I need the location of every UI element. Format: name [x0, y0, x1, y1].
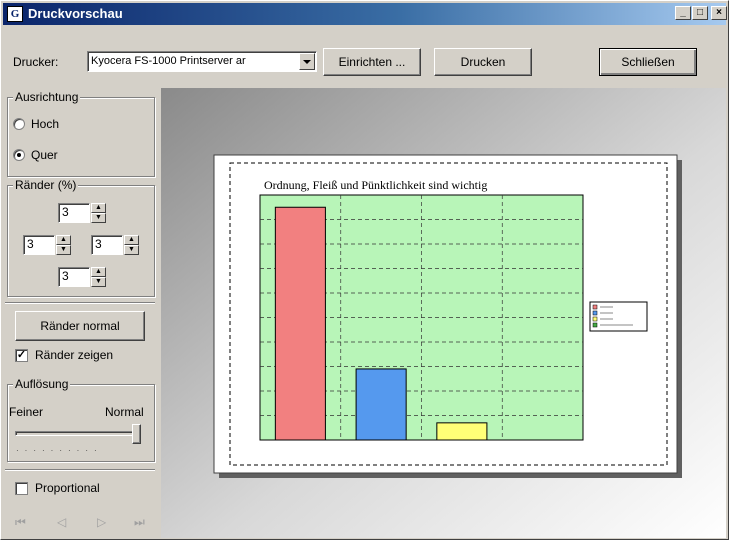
printer-label: Drucker:: [13, 55, 59, 69]
prev-page-icon[interactable]: ◁: [57, 515, 66, 529]
spin-down-icon[interactable]: ▼: [124, 245, 139, 255]
proportional-checkbox[interactable]: [15, 482, 28, 495]
separator: [5, 302, 155, 304]
window-title: Druckvorschau: [28, 6, 123, 21]
resolution-slider-track[interactable]: [15, 431, 141, 436]
normal-margins-button[interactable]: Ränder normal: [15, 311, 145, 341]
legend-swatch: [592, 304, 598, 310]
app-icon: G: [7, 6, 23, 22]
resolution-slider-thumb[interactable]: [132, 424, 141, 444]
bar: [355, 368, 407, 441]
title-bar[interactable]: G Druckvorschau _ □ ×: [3, 3, 727, 25]
margin-left-spinner[interactable]: ▲ ▼: [56, 235, 71, 255]
close-button[interactable]: Schließen: [599, 48, 697, 76]
margin-bottom-spinner[interactable]: ▲ ▼: [91, 267, 106, 287]
close-window-button[interactable]: ×: [711, 6, 727, 20]
radio-selected-dot: [17, 153, 21, 157]
spin-up-icon[interactable]: ▲: [91, 267, 106, 277]
preview-area[interactable]: Ordnung, Fleiß und Pünktlichkeit sind wi…: [161, 88, 726, 538]
printer-select[interactable]: Kyocera FS-1000 Printserver ar: [87, 51, 317, 72]
preview-canvas: Ordnung, Fleiß und Pünktlichkeit sind wi…: [161, 88, 726, 538]
print-button[interactable]: Drucken: [434, 48, 532, 76]
legend: [589, 301, 648, 332]
margins-title: Ränder (%): [13, 178, 79, 192]
maximize-button[interactable]: □: [692, 6, 708, 20]
separator: [5, 469, 155, 471]
finer-label: Feiner: [9, 405, 44, 419]
print-preview-window: G Druckvorschau _ □ × Drucker: Kyocera F…: [0, 0, 729, 540]
slider-ticks: ··········: [16, 446, 103, 455]
first-page-icon[interactable]: ⏮: [15, 515, 26, 530]
legend-swatch: [592, 310, 598, 316]
margin-left-input[interactable]: 3: [23, 235, 55, 255]
spin-down-icon[interactable]: ▼: [91, 277, 106, 287]
normal-label: Normal: [105, 405, 144, 419]
orientation-title: Ausrichtung: [13, 90, 81, 104]
chevron-down-icon[interactable]: [299, 53, 315, 70]
minimize-button[interactable]: _: [675, 6, 691, 20]
orientation-group: [7, 97, 155, 177]
margin-right-input[interactable]: 3: [91, 235, 123, 255]
legend-box: [589, 301, 648, 332]
checkmark-icon: ✓: [16, 349, 27, 361]
legend-swatch: [592, 322, 598, 328]
landscape-radio[interactable]: [13, 149, 25, 161]
spin-up-icon[interactable]: ▲: [56, 235, 71, 245]
spin-down-icon[interactable]: ▼: [56, 245, 71, 255]
next-page-icon[interactable]: ▷: [97, 515, 106, 529]
spin-up-icon[interactable]: ▲: [91, 203, 106, 213]
margin-top-input[interactable]: 3: [58, 203, 90, 223]
spin-up-icon[interactable]: ▲: [124, 235, 139, 245]
bar: [436, 422, 488, 441]
setup-button[interactable]: Einrichten ...: [323, 48, 421, 76]
show-margins-label[interactable]: Ränder zeigen: [35, 348, 113, 362]
margin-right-spinner[interactable]: ▲ ▼: [124, 235, 139, 255]
legend-swatch: [592, 316, 598, 322]
printer-select-value: Kyocera FS-1000 Printserver ar: [91, 55, 246, 67]
show-margins-checkbox[interactable]: ✓: [15, 349, 28, 362]
landscape-label[interactable]: Quer: [31, 148, 58, 162]
proportional-label[interactable]: Proportional: [35, 481, 100, 495]
chart-title: Ordnung, Fleiß und Pünktlichkeit sind wi…: [264, 178, 487, 192]
bar: [274, 206, 326, 441]
resolution-title: Auflösung: [13, 377, 71, 391]
margin-top-spinner[interactable]: ▲ ▼: [91, 203, 106, 223]
margin-bottom-input[interactable]: 3: [58, 267, 90, 287]
last-page-icon[interactable]: ⏭: [134, 515, 145, 530]
portrait-label[interactable]: Hoch: [31, 117, 59, 131]
spin-down-icon[interactable]: ▼: [91, 213, 106, 223]
portrait-radio[interactable]: [13, 118, 25, 130]
